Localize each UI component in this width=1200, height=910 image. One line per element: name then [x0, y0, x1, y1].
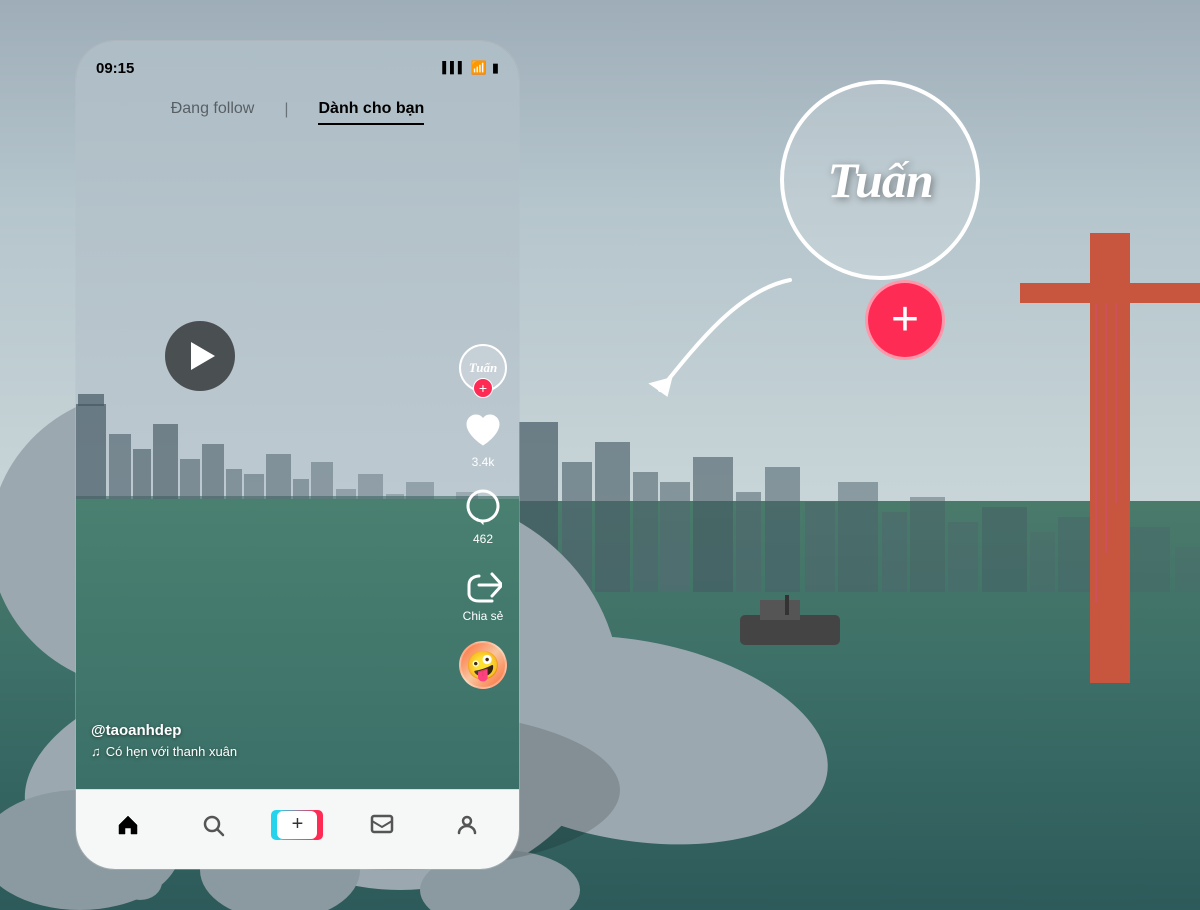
- bottom-nav: +: [76, 789, 519, 869]
- nav-profile[interactable]: [424, 813, 509, 837]
- search-icon: [201, 813, 225, 837]
- music-disc[interactable]: 🤪: [459, 641, 507, 689]
- play-triangle: [191, 342, 215, 370]
- profile-icon: [455, 813, 479, 837]
- nav-inbox[interactable]: [340, 813, 425, 837]
- wifi-icon: 📶: [471, 60, 487, 76]
- comment-icon: [463, 488, 503, 528]
- user-info: @taoanhdep ♫ Có hẹn với thanh xuân: [91, 722, 237, 759]
- heart-icon: [464, 413, 502, 449]
- add-icon: +: [277, 811, 317, 839]
- like-action[interactable]: 3.4k: [462, 410, 504, 469]
- boat: [730, 595, 850, 655]
- annotation-avatar: Tuấn: [780, 80, 980, 280]
- tab-following[interactable]: Đang follow: [171, 96, 255, 125]
- battery-icon: ▮: [492, 60, 499, 76]
- sidebar-actions: Tuấn + 3.4k 462: [459, 344, 507, 689]
- phone-frame: 09:15 ▌▌▌ 📶 ▮ Đang follow | Dành cho bạn…: [75, 40, 520, 870]
- song-info[interactable]: ♫ Có hẹn với thanh xuân: [91, 744, 237, 759]
- annotation-avatar-text: Tuấn: [827, 151, 932, 209]
- status-time: 09:15: [96, 60, 134, 77]
- username[interactable]: @taoanhdep: [91, 722, 237, 739]
- tab-for-you[interactable]: Dành cho bạn: [318, 96, 424, 125]
- song-name: Có hẹn với thanh xuân: [106, 744, 237, 759]
- like-count: 3.4k: [472, 455, 495, 469]
- annotation-plus-icon: +: [891, 296, 919, 344]
- add-video-button[interactable]: +: [275, 810, 319, 840]
- annotation-follow-button[interactable]: +: [865, 280, 945, 360]
- status-icons: ▌▌▌ 📶 ▮: [442, 60, 499, 76]
- crane: [1020, 233, 1200, 683]
- signal-icon: ▌▌▌: [442, 62, 465, 74]
- nav-add[interactable]: +: [255, 810, 340, 840]
- nav-home[interactable]: [86, 813, 171, 837]
- play-button[interactable]: [165, 321, 235, 391]
- inbox-icon: [370, 813, 394, 837]
- comment-icon-container: [462, 487, 504, 529]
- share-icon-container: [462, 564, 504, 606]
- comment-action[interactable]: 462: [462, 487, 504, 546]
- comment-count: 462: [473, 532, 493, 546]
- creator-avatar[interactable]: Tuấn +: [459, 344, 507, 392]
- avatar-name: Tuấn: [469, 361, 497, 375]
- share-label: Chia sẻ: [463, 609, 504, 623]
- like-icon-container: [462, 410, 504, 452]
- home-icon: [116, 813, 140, 837]
- music-note-icon: ♫: [91, 744, 101, 759]
- nav-tabs: Đang follow | Dành cho bạn: [76, 91, 519, 130]
- share-action[interactable]: Chia sẻ: [462, 564, 504, 623]
- tab-separator: |: [284, 96, 288, 125]
- nav-search[interactable]: [171, 813, 256, 837]
- share-icon: [464, 566, 502, 604]
- avatar-follow-plus[interactable]: +: [473, 378, 493, 398]
- status-bar: 09:15 ▌▌▌ 📶 ▮: [76, 41, 519, 85]
- music-emoji: 🤪: [466, 649, 501, 682]
